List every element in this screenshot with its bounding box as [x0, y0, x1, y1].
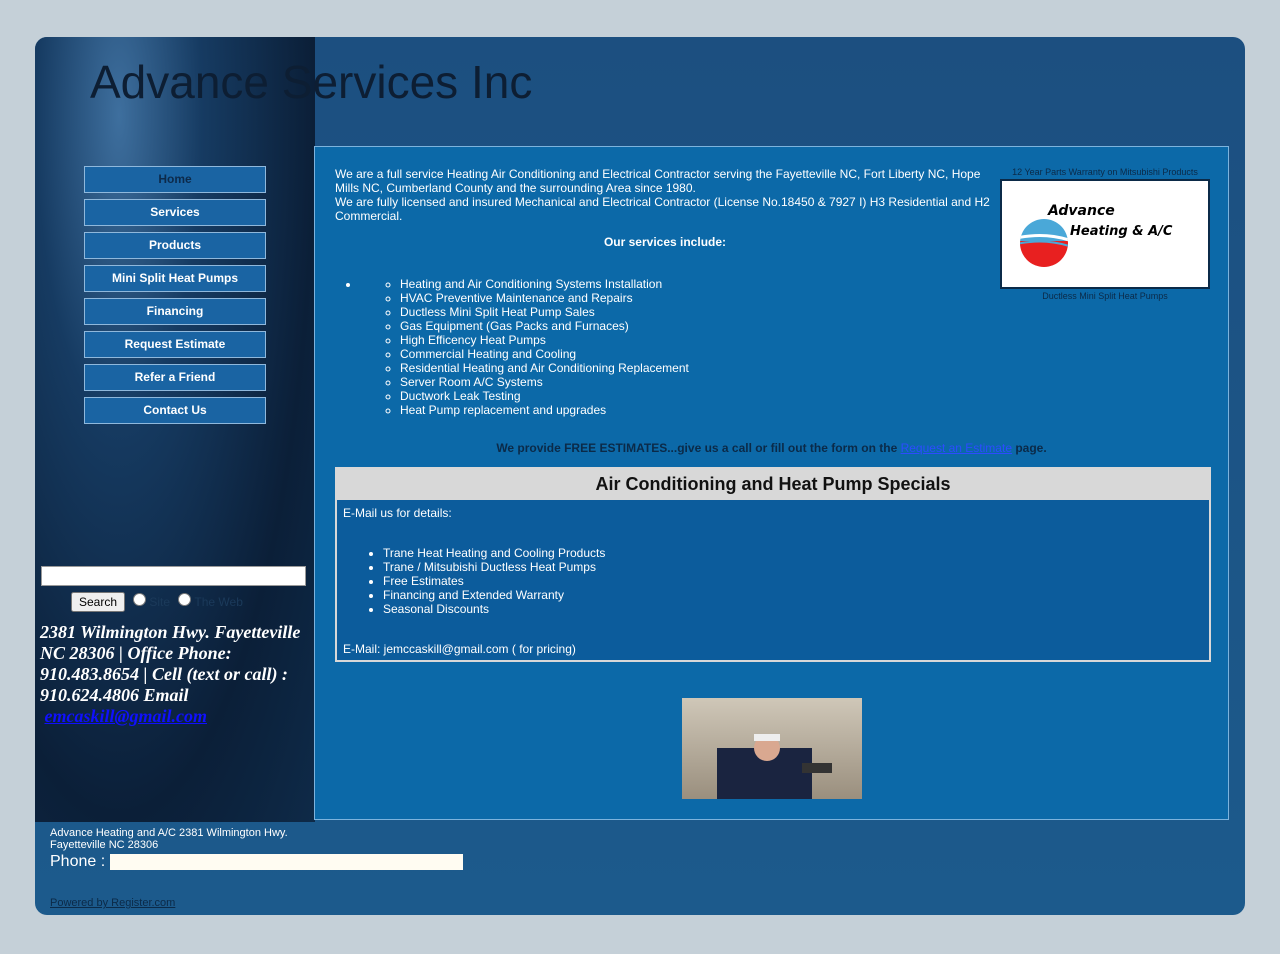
powered-by-link[interactable]: Powered by Register.com	[50, 897, 463, 909]
page-frame: Advance Services Inc Home Services Produ…	[35, 37, 1245, 915]
service-item: Commercial Heating and Cooling	[400, 347, 995, 361]
special-item: Seasonal Discounts	[383, 602, 1203, 616]
logo-box: 12 Year Parts Warranty on Mitsubishi Pro…	[1000, 167, 1210, 301]
mini-split-caption: Ductless Mini Split Heat Pumps	[1042, 291, 1168, 301]
nav-refer-friend[interactable]: Refer a Friend	[84, 364, 266, 391]
special-item: Free Estimates	[383, 574, 1203, 588]
service-item: Residential Heating and Air Conditioning…	[400, 361, 995, 375]
specials-email: E-Mail: jemccaskill@gmail.com ( for pric…	[343, 642, 576, 656]
contact-text: 2381 Wilmington Hwy. Fayetteville NC 283…	[40, 622, 301, 705]
contact-info: 2381 Wilmington Hwy. Fayetteville NC 283…	[40, 622, 315, 727]
site-title: Advance Services Inc	[90, 56, 533, 108]
company-logo: Advance Heating & A/C	[1000, 179, 1210, 289]
phone-label: Phone :	[50, 853, 106, 870]
nav-services[interactable]: Services	[84, 199, 266, 226]
search-button[interactable]: Search	[71, 592, 126, 612]
radio-web-label: The Web	[194, 595, 243, 609]
request-estimate-link[interactable]: Request an Estimate	[901, 441, 1012, 455]
email-link[interactable]: emcaskill@gmail.com	[45, 706, 207, 726]
intro: We are a full service Heating Air Condit…	[335, 167, 995, 417]
footer-line2: Fayetteville NC 28306	[50, 839, 159, 851]
radio-web[interactable]	[178, 593, 192, 606]
free-estimates: We provide FREE ESTIMATES...give us a ca…	[315, 441, 1228, 455]
footer-line1: Advance Heating and A/C 2381 Wilmington …	[50, 827, 288, 839]
logo-globe-icon: Advance Heating & A/C	[1020, 203, 1173, 267]
person-photo	[717, 734, 832, 799]
special-item: Trane Heat Heating and Cooling Products	[383, 546, 1203, 560]
radio-site-label: Site	[149, 595, 171, 609]
specials-title: Air Conditioning and Heat Pump Specials	[337, 469, 1209, 500]
services-heading: Our services include:	[603, 235, 727, 249]
nav-financing[interactable]: Financing	[84, 298, 266, 325]
radio-site[interactable]	[133, 593, 147, 606]
search-input[interactable]	[41, 566, 306, 586]
special-item: Trane / Mitsubishi Ductless Heat Pumps	[383, 560, 1203, 574]
logo-line1: Advance	[1047, 203, 1115, 219]
free-after: page.	[1012, 441, 1047, 455]
service-item: High Efficency Heat Pumps	[400, 333, 995, 347]
specials-list: Trane Heat Heating and Cooling ProductsT…	[343, 546, 1203, 616]
service-item: Ductwork Leak Testing	[400, 389, 995, 403]
service-item: Heating and Air Conditioning Systems Ins…	[400, 277, 995, 291]
search-box: Search Site The Web	[41, 566, 306, 612]
service-item: HVAC Preventive Maintenance and Repairs	[400, 291, 995, 305]
intro-p1: We are a full service Heating Air Condit…	[335, 167, 981, 195]
warranty-caption: 12 Year Parts Warranty on Mitsubishi Pro…	[1012, 167, 1198, 177]
service-item: Server Room A/C Systems	[400, 375, 995, 389]
nav-products[interactable]: Products	[84, 232, 266, 259]
main-content: We are a full service Heating Air Condit…	[314, 146, 1229, 820]
services-list: Heating and Air Conditioning Systems Ins…	[360, 277, 995, 417]
nav-request-estimate[interactable]: Request Estimate	[84, 331, 266, 358]
intro-p2: We are fully licensed and insured Mechan…	[335, 195, 990, 223]
special-item: Financing and Extended Warranty	[383, 588, 1203, 602]
service-item: Ductless Mini Split Heat Pump Sales	[400, 305, 995, 319]
nav-mini-split[interactable]: Mini Split Heat Pumps	[84, 265, 266, 292]
free-text: We provide FREE ESTIMATES...give us a ca…	[496, 441, 901, 455]
footer: Advance Heating and A/C 2381 Wilmington …	[50, 827, 463, 909]
main-nav: Home Services Products Mini Split Heat P…	[84, 166, 266, 430]
phone-field	[109, 853, 463, 870]
logo-line2: Heating & A/C	[1070, 224, 1173, 239]
service-item: Heat Pump replacement and upgrades	[400, 403, 995, 417]
nav-home[interactable]: Home	[84, 166, 266, 193]
service-item: Gas Equipment (Gas Packs and Furnaces)	[400, 319, 995, 333]
specials-intro: E-Mail us for details:	[343, 506, 452, 520]
specials-box: Air Conditioning and Heat Pump Specials …	[335, 467, 1211, 662]
video-thumbnail[interactable]	[682, 698, 862, 799]
nav-contact[interactable]: Contact Us	[84, 397, 266, 424]
